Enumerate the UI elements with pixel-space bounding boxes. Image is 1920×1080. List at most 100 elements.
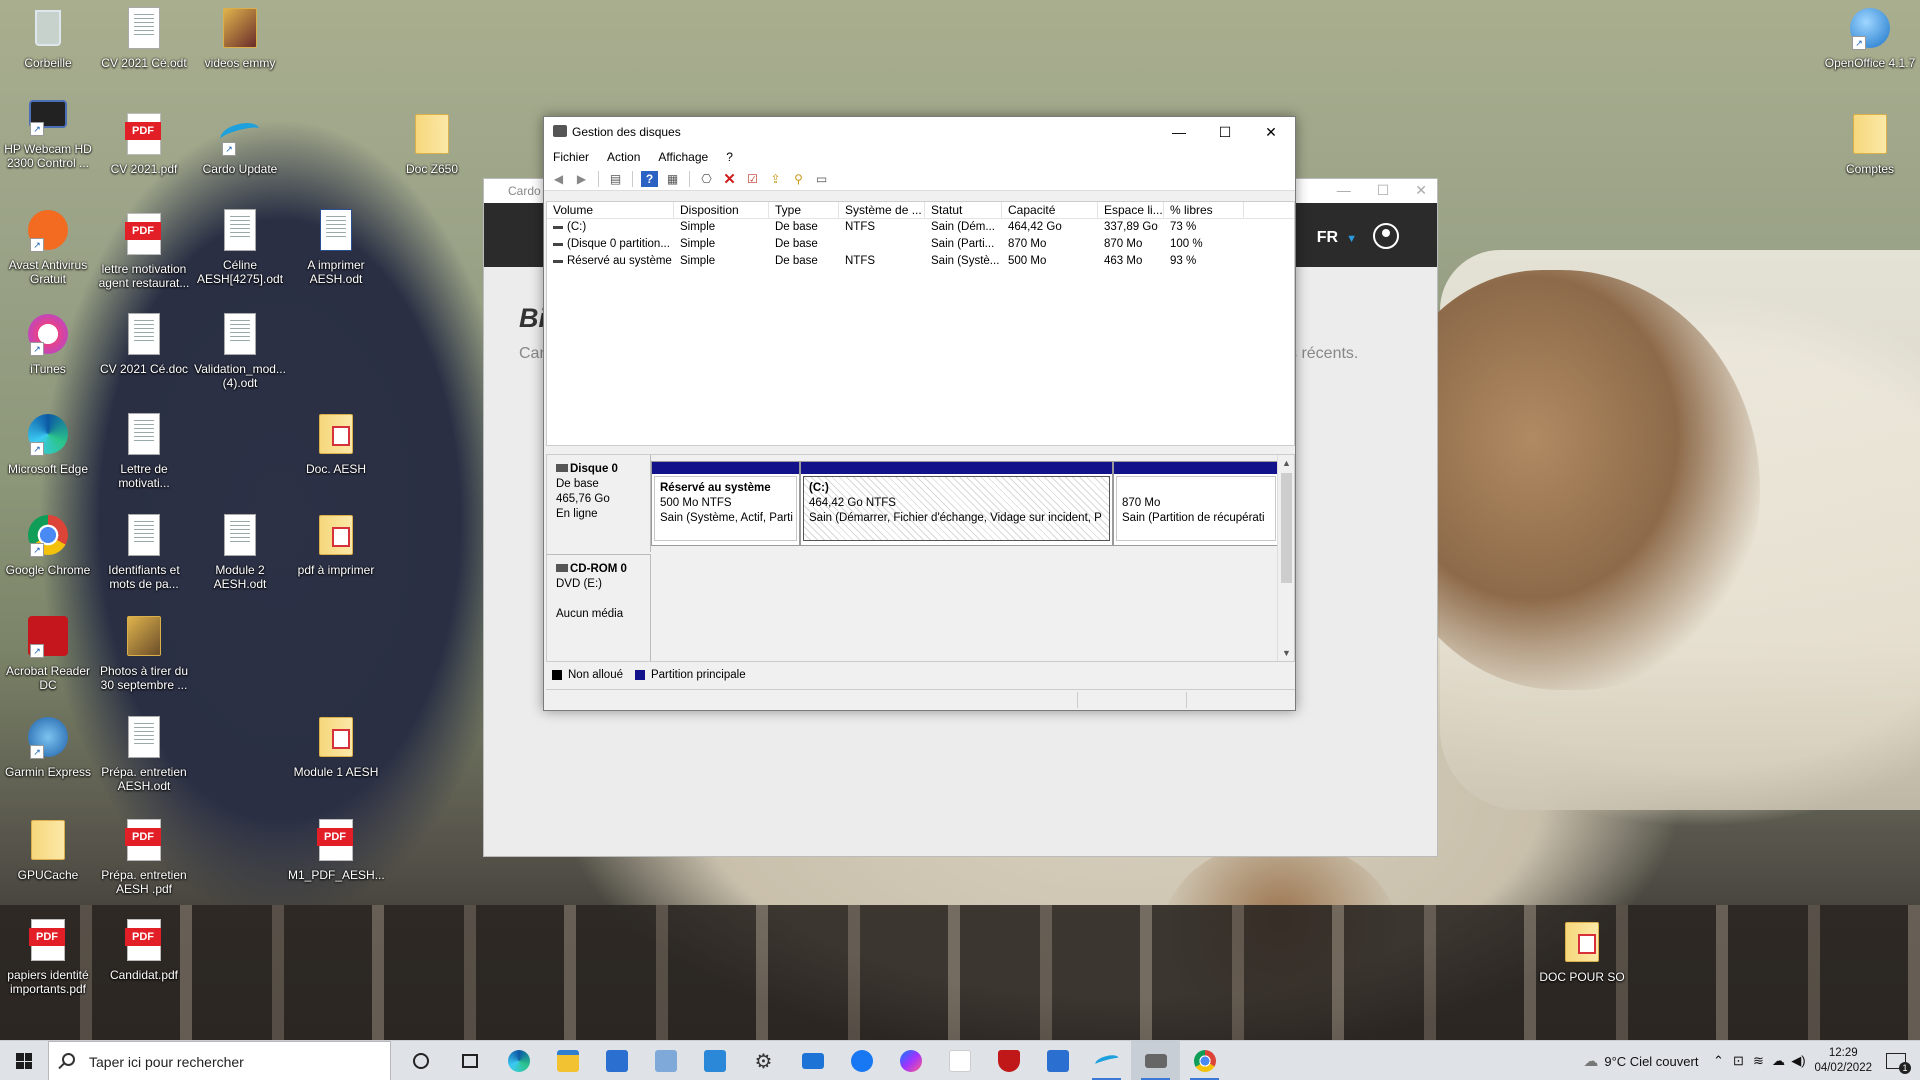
onedrive-icon[interactable]: ☁ — [1768, 1053, 1788, 1069]
desktop-icon-module1[interactable]: Module 1 AESH — [288, 715, 384, 779]
partition-recovery[interactable]: 870 Mo Sain (Partition de récupérati — [1113, 461, 1279, 546]
check-icon[interactable]: ☑ — [744, 171, 761, 187]
column-type[interactable]: Type — [769, 202, 839, 218]
desktop-icon-papiers[interactable]: papiers identité importants.pdf — [0, 918, 96, 996]
desktop-icon-cv-doc[interactable]: CV 2021 Cé.doc — [96, 312, 192, 376]
taskbar-settings[interactable]: ⚙ — [739, 1041, 788, 1080]
desktop-icon-hp-webcam[interactable]: HP Webcam HD 2300 Control ... — [0, 92, 96, 170]
desktop-icon-doc-z650[interactable]: Doc Z650 — [384, 112, 480, 176]
wifi-icon[interactable]: ≋ — [1748, 1053, 1768, 1069]
weather-widget[interactable]: ☁ 9°C Ciel couvert — [1583, 1052, 1698, 1070]
language-selector[interactable]: FR ▼ — [1317, 229, 1357, 247]
desktop-icon-garmin[interactable]: Garmin Express — [0, 715, 96, 779]
desktop-icon-edge[interactable]: Microsoft Edge — [0, 412, 96, 476]
desktop-icon-a-imprimer[interactable]: A imprimer AESH.odt — [288, 208, 384, 286]
titlebar[interactable]: Gestion des disques — ☐ ✕ — [544, 117, 1295, 147]
taskbar-app-13[interactable] — [1033, 1041, 1082, 1080]
minimize-button[interactable]: — — [1156, 117, 1202, 147]
graph-scrollbar[interactable]: ▲ ▼ — [1277, 455, 1294, 661]
desktop-icon-avast[interactable]: Avast Antivirus Gratuit — [0, 208, 96, 286]
taskbar-mcafee[interactable] — [984, 1041, 1033, 1080]
desktop-icon-validation[interactable]: Validation_mod... (4).odt — [192, 312, 288, 390]
desktop-icon-lettre-de-motivation[interactable]: Lettre de motivati... — [96, 412, 192, 490]
column-disposition[interactable]: Disposition — [674, 202, 769, 218]
cdrom-label[interactable]: CD-ROM 0 DVD (E:) Aucun média — [547, 554, 651, 661]
close-button[interactable]: ✕ — [1248, 117, 1294, 147]
cortana-button[interactable] — [396, 1041, 445, 1080]
properties-icon[interactable]: ▭ — [813, 171, 830, 187]
taskbar-app-5[interactable] — [641, 1041, 690, 1080]
desktop-icon-doc-pour-so[interactable]: DOC POUR SO — [1534, 920, 1630, 984]
menu-fichier[interactable]: Fichier — [553, 147, 589, 167]
minimize-icon[interactable]: — — [1337, 182, 1351, 199]
desktop-icon-photos[interactable]: Photos à tirer du 30 septembre ... — [96, 614, 192, 692]
desktop-icon-prepa-odt[interactable]: Prépa. entretien AESH.odt — [96, 715, 192, 793]
desktop-icon-acrobat[interactable]: Acrobat Reader DC — [0, 614, 96, 692]
desktop-icon-doc-aesh[interactable]: Doc. AESH — [288, 412, 384, 476]
desktop-icon-prepa-pdf[interactable]: Prépa. entretien AESH .pdf — [96, 818, 192, 896]
task-view-button[interactable] — [445, 1041, 494, 1080]
taskbar-explorer[interactable] — [543, 1041, 592, 1080]
table-row[interactable]: (C:) Simple De base NTFS Sain (Dém... 46… — [547, 219, 1294, 236]
desktop-icon-itunes[interactable]: iTunes — [0, 312, 96, 376]
desktop-icon-candidat[interactable]: Candidat.pdf — [96, 918, 192, 982]
taskbar-facebook[interactable] — [837, 1041, 886, 1080]
volume-icon[interactable]: ◀) — [1788, 1053, 1808, 1069]
scroll-thumb[interactable] — [1281, 473, 1292, 583]
column-capacity[interactable]: Capacité — [1002, 202, 1098, 218]
disk-management-window[interactable]: Gestion des disques — ☐ ✕ Fichier Action… — [543, 116, 1296, 711]
column-status[interactable]: Statut — [925, 202, 1002, 218]
usb-icon[interactable]: ⊡ — [1728, 1053, 1748, 1069]
disk0-label[interactable]: Disque 0 De base 465,76 Go En ligne — [547, 455, 651, 552]
table-row[interactable]: Réservé au système Simple De base NTFS S… — [547, 253, 1294, 270]
desktop-icon-chrome[interactable]: Google Chrome — [0, 513, 96, 577]
desktop-icon-lettre-motivation[interactable]: lettre motivation agent restaurat... — [96, 212, 192, 290]
scroll-down-icon[interactable]: ▼ — [1278, 645, 1294, 661]
view-icon[interactable]: ▦ — [664, 171, 681, 187]
desktop-icon-videos-emmy[interactable]: videos emmy — [192, 6, 288, 70]
taskbar-cardo[interactable] — [1082, 1041, 1131, 1080]
partition-system-reserved[interactable]: Réservé au système 500 Mo NTFS Sain (Sys… — [651, 461, 800, 546]
menu-affichage[interactable]: Affichage — [658, 147, 708, 167]
close-icon[interactable]: ✕ — [1415, 182, 1427, 199]
help-icon[interactable]: ? — [641, 170, 658, 187]
connect-drive-icon[interactable]: ⎔ — [698, 171, 715, 187]
desktop-icon-gpucache[interactable]: GPUCache — [0, 818, 96, 882]
console-tree-icon[interactable]: ▤ — [607, 171, 624, 187]
forward-arrow-icon[interactable]: ▶ — [573, 171, 590, 187]
desktop-icon-cv-pdf[interactable]: CV 2021.pdf — [96, 112, 192, 176]
column-percent-free[interactable]: % libres — [1164, 202, 1244, 218]
taskbar-disk-management[interactable] — [1131, 1041, 1180, 1080]
desktop-icon-module2[interactable]: Module 2 AESH.odt — [192, 513, 288, 591]
maximize-button[interactable]: ☐ — [1202, 117, 1248, 147]
maximize-icon[interactable]: ☐ — [1377, 182, 1390, 199]
scroll-up-icon[interactable]: ▲ — [1278, 455, 1294, 471]
desktop-icon-celine[interactable]: Céline AESH[4275].odt — [192, 208, 288, 286]
chevron-up-icon[interactable]: ⌃ — [1708, 1053, 1728, 1069]
menu-action[interactable]: Action — [607, 147, 640, 167]
back-arrow-icon[interactable]: ◀ — [550, 171, 567, 187]
taskbar-edge[interactable] — [494, 1041, 543, 1080]
column-volume[interactable]: Volume — [547, 202, 674, 218]
taskbar-nrj[interactable] — [935, 1041, 984, 1080]
desktop-icon-corbeille[interactable]: Corbeille — [0, 6, 96, 70]
column-free-space[interactable]: Espace li... — [1098, 202, 1164, 218]
search-icon[interactable]: ⚲ — [790, 171, 807, 187]
taskbar-store[interactable] — [592, 1041, 641, 1080]
table-row[interactable]: (Disque 0 partition... Simple De base Sa… — [547, 236, 1294, 253]
import-icon[interactable]: ⇪ — [767, 171, 784, 187]
taskbar-app-6[interactable] — [690, 1041, 739, 1080]
desktop-icon-pdf-a-imprimer[interactable]: pdf à imprimer — [288, 513, 384, 577]
delete-icon[interactable]: ✕ — [721, 171, 738, 188]
taskbar-messenger[interactable] — [886, 1041, 935, 1080]
desktop-icon-identifiants[interactable]: Identifiants et mots de pa... — [96, 513, 192, 591]
desktop-icon-cardo-update[interactable]: Cardo Update — [192, 112, 288, 176]
notification-center-icon[interactable]: 1 — [1886, 1053, 1911, 1074]
desktop-icon-m1-pdf[interactable]: M1_PDF_AESH... — [288, 818, 385, 882]
menu-help[interactable]: ? — [726, 147, 733, 167]
user-account-icon[interactable] — [1373, 223, 1399, 249]
clock[interactable]: 12:29 04/02/2022 — [1814, 1046, 1872, 1076]
desktop-icon-openoffice[interactable]: OpenOffice 4.1.7 — [1822, 6, 1918, 70]
desktop-icon-comptes[interactable]: Comptes — [1822, 112, 1918, 176]
partition-c[interactable]: (C:) 464,42 Go NTFS Sain (Démarrer, Fich… — [800, 461, 1113, 546]
